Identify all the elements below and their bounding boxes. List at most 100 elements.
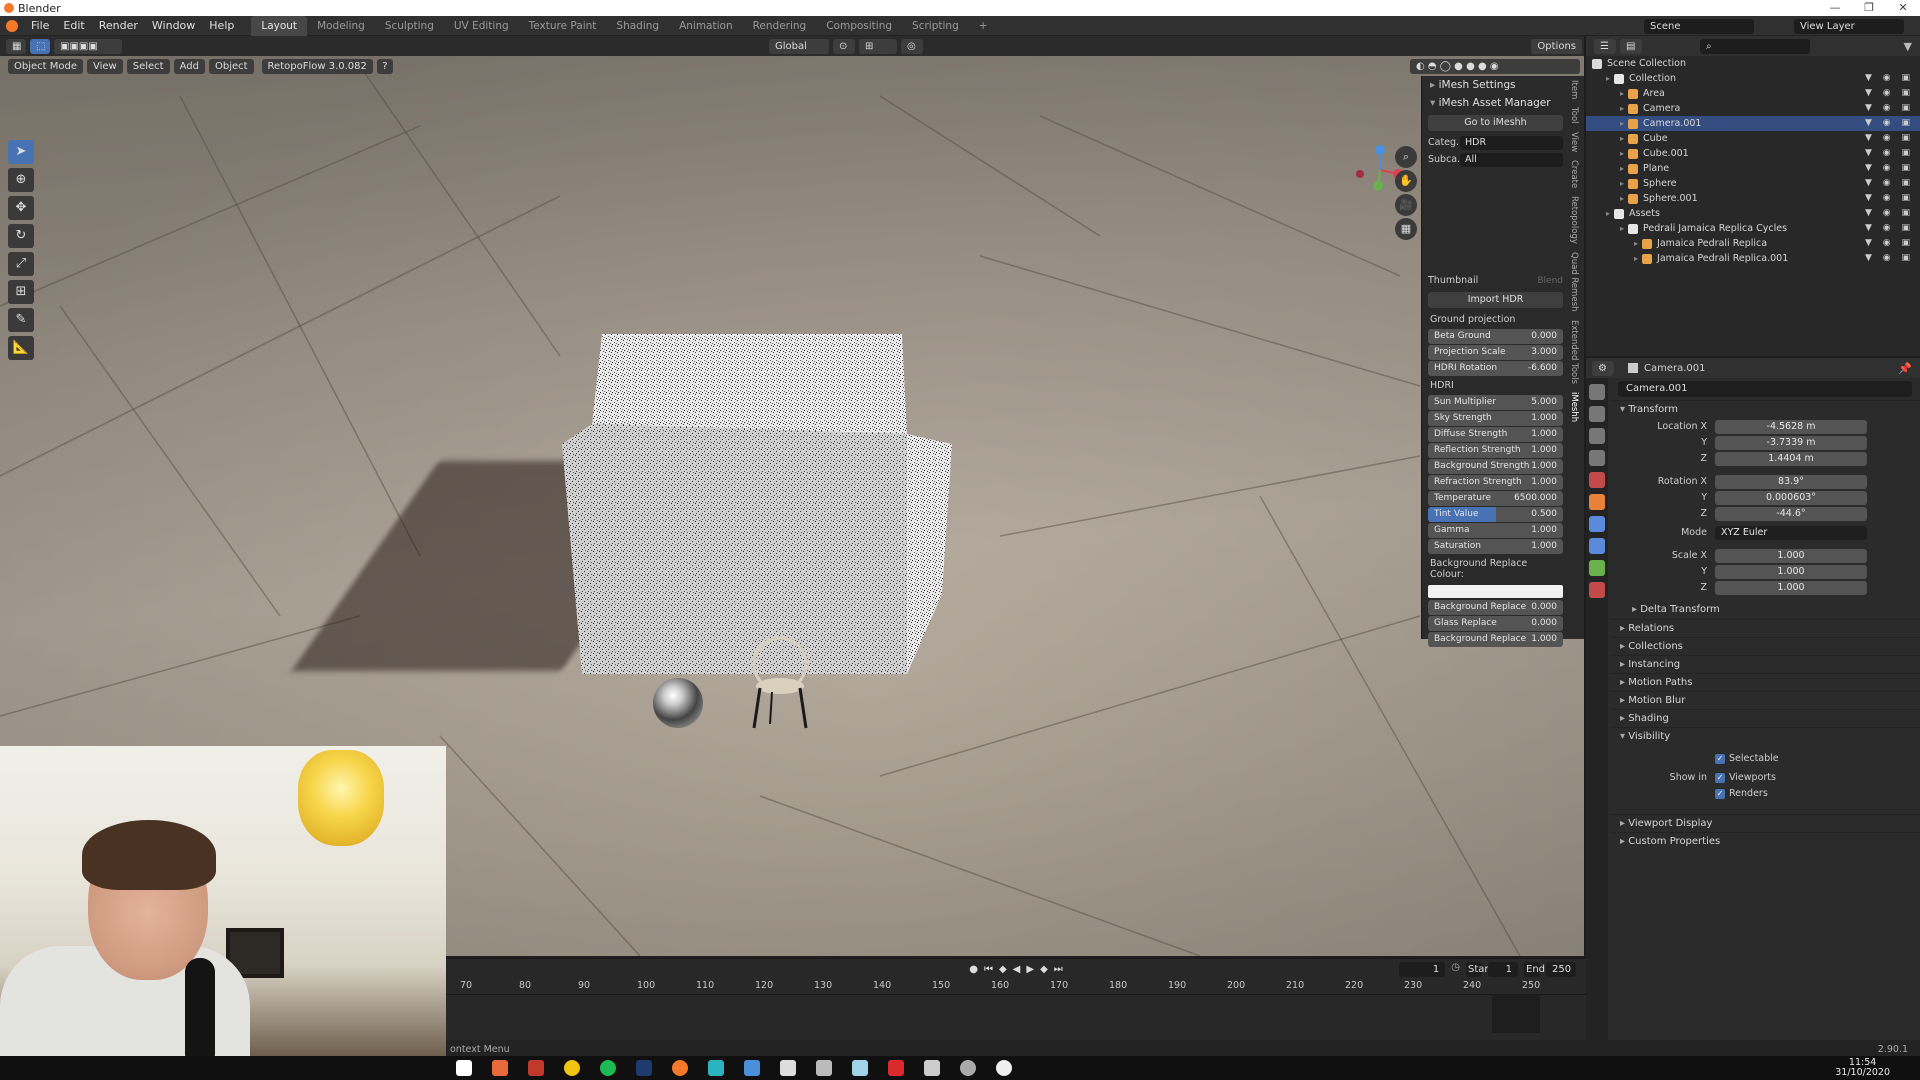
chrome-sphere[interactable] [653, 678, 703, 728]
select-tool-icon[interactable]: ➤ [8, 140, 34, 164]
tab-shading[interactable]: Shading [606, 16, 669, 36]
menu-file[interactable]: File [24, 19, 56, 32]
background-replace-slider[interactable]: Background Replace 0.000 [1428, 600, 1563, 615]
app-icon-2[interactable] [528, 1060, 544, 1076]
visibility-toggle-icons[interactable]: ▼ ◉ ▣ [1865, 206, 1914, 221]
pan-icon[interactable]: ✋ [1395, 170, 1417, 192]
scale-tool-icon[interactable]: ⤢ [8, 252, 34, 276]
play-reverse-icon[interactable]: ◀ [1013, 964, 1021, 975]
visibility-toggle-icons[interactable]: ▼ ◉ ▣ [1865, 161, 1914, 176]
camera-view-icon[interactable]: 🎥 [1395, 194, 1417, 216]
beta-ground-projection-slider[interactable]: Beta Ground Projection 0.000 [1428, 329, 1563, 344]
snap-icon[interactable]: ⊞ [859, 38, 897, 54]
scale-x-field[interactable]: 1.000 [1715, 548, 1867, 563]
cursor-tool-icon[interactable]: ⊕ [8, 168, 34, 192]
tab-compositing[interactable]: Compositing [816, 16, 902, 36]
visibility-toggle-icons[interactable]: ▼ ◉ ▣ [1865, 191, 1914, 206]
visibility-section[interactable]: Visibility [1610, 727, 1920, 745]
transform-tool-icon[interactable]: ⊞ [8, 280, 34, 304]
custom-properties-section[interactable]: Custom Properties [1610, 832, 1920, 850]
output-tab-icon[interactable] [1589, 428, 1605, 444]
outliner-row-camera[interactable]: ▸ Camera ▼ ◉ ▣ [1586, 101, 1920, 116]
outliner-row-jamaica-pedrali-replica[interactable]: ▸ Jamaica Pedrali Replica ▼ ◉ ▣ [1586, 236, 1920, 251]
visibility-toggle-icons[interactable]: ▼ ◉ ▣ [1865, 251, 1914, 266]
expand-arrow-icon[interactable]: ▸ [1620, 86, 1624, 101]
play-icon[interactable]: ▶ [1026, 964, 1034, 975]
menu-render[interactable]: Render [92, 19, 145, 32]
app-icon-4[interactable] [744, 1060, 760, 1076]
expand-arrow-icon[interactable]: ▸ [1620, 146, 1624, 161]
outliner-row-jamaica-pedrali-replica-001[interactable]: ▸ Jamaica Pedrali Replica.001 ▼ ◉ ▣ [1586, 251, 1920, 266]
shading-section[interactable]: Shading [1610, 709, 1920, 727]
visibility-toggle-icons[interactable]: ▼ ◉ ▣ [1865, 101, 1914, 116]
reflection-strength-slider[interactable]: Reflection Strength 1.000 [1428, 443, 1563, 458]
app-icon-3[interactable] [708, 1060, 724, 1076]
visibility-toggle-icons[interactable]: ▼ ◉ ▣ [1865, 116, 1914, 131]
tool-tab-icon[interactable] [1589, 384, 1605, 400]
zoom-icon[interactable]: ⌕ [1395, 146, 1417, 168]
editor-type-icon[interactable]: ▦ [6, 38, 26, 54]
go-to-imeshh-button[interactable]: Go to iMeshh [1428, 115, 1563, 131]
sidebar-tab-extended-tools[interactable]: Extended Tools [1569, 316, 1579, 388]
blender-taskbar-icon[interactable] [672, 1060, 688, 1076]
ortho-grid-icon[interactable]: ▦ [1395, 218, 1417, 240]
outliner-row-sphere[interactable]: ▸ Sphere ▼ ◉ ▣ [1586, 176, 1920, 191]
shading-controls[interactable]: ◐ ◓ ◯ ● ● ● ◉ [1410, 58, 1580, 74]
tab-layout[interactable]: Layout [251, 15, 308, 36]
filter-icon[interactable]: ▼ [1904, 40, 1912, 53]
outliner-row-plane[interactable]: ▸ Plane ▼ ◉ ▣ [1586, 161, 1920, 176]
sidebar-tab-imeshh[interactable]: iMeshh [1569, 388, 1579, 426]
expand-arrow-icon[interactable]: ▸ [1620, 221, 1624, 236]
tab-sculpting[interactable]: Sculpting [375, 16, 444, 36]
imesh-settings-header[interactable]: iMesh Settings [1422, 76, 1569, 94]
minimize-icon[interactable]: — [1818, 0, 1852, 16]
background-colour-swatch[interactable] [1428, 585, 1563, 598]
timeline-track-area[interactable] [446, 995, 1586, 1040]
outliner-row-pedrali-jamaica-replica-cycles[interactable]: ▸ Pedrali Jamaica Replica Cycles ▼ ◉ ▣ [1586, 221, 1920, 236]
menu-window[interactable]: Window [145, 19, 202, 32]
texture-tab-icon[interactable] [1589, 582, 1605, 598]
measure-tool-icon[interactable]: 📐 [8, 336, 34, 360]
expand-arrow-icon[interactable]: ▸ [1620, 176, 1624, 191]
sun-multiplier-slider[interactable]: Sun Multiplier 5.000 [1428, 395, 1563, 410]
tint-value-slider[interactable]: Tint Value 0.500 [1428, 507, 1563, 522]
rotation-x-field[interactable]: 83.9° [1715, 474, 1867, 489]
motion-paths-section[interactable]: Motion Paths [1610, 673, 1920, 691]
import-hdr-button[interactable]: Import HDR [1428, 292, 1563, 308]
render-tab-icon[interactable] [1589, 406, 1605, 422]
outliner-type-icon[interactable]: ☰ [1594, 38, 1616, 54]
view-layer-tab-icon[interactable] [1589, 450, 1605, 466]
projection-scale-slider[interactable]: Projection Scale 3.000 [1428, 345, 1563, 360]
outliner-row-collection[interactable]: ▸ Collection ▼ ◉ ▣ [1586, 71, 1920, 86]
outliner-search-input[interactable]: ⌕ [1700, 38, 1810, 54]
physics-tab-icon[interactable] [1589, 516, 1605, 532]
end-frame-field[interactable]: 250 [1546, 961, 1576, 977]
record-icon[interactable]: ● [969, 964, 978, 975]
retopoflow-help-button[interactable]: ? [376, 58, 393, 74]
visibility-toggle-icons[interactable]: ▼ ◉ ▣ [1865, 71, 1914, 86]
visibility-toggle-icons[interactable]: ▼ ◉ ▣ [1865, 221, 1914, 236]
view-menu[interactable]: View [87, 58, 123, 74]
rotation-z-field[interactable]: -44.6° [1715, 506, 1867, 521]
diffuse-strength-slider[interactable]: Diffuse Strength 1.000 [1428, 427, 1563, 442]
transform-orientation-select[interactable]: Global [769, 38, 829, 54]
expand-arrow-icon[interactable]: ▸ [1620, 191, 1624, 206]
sidebar-tab-tool[interactable]: Tool [1569, 103, 1579, 128]
prev-keyframe-icon[interactable]: ◆ [999, 964, 1007, 975]
expand-arrow-icon[interactable]: ▸ [1606, 71, 1610, 86]
visibility-toggle-icons[interactable]: ▼ ◉ ▣ [1865, 236, 1914, 251]
visibility-toggle-icons[interactable]: ▼ ◉ ▣ [1865, 131, 1914, 146]
tab-animation[interactable]: Animation [669, 16, 743, 36]
scene-collection-row[interactable]: Scene Collection [1586, 56, 1920, 71]
add-menu[interactable]: Add [173, 58, 205, 74]
chrome-icon[interactable] [564, 1060, 580, 1076]
mode-select[interactable]: Object Mode [8, 58, 83, 74]
tab-texture-paint[interactable]: Texture Paint [519, 16, 607, 36]
options-dropdown[interactable]: Options [1531, 38, 1582, 54]
delta-transform-section[interactable]: Delta Transform [1610, 601, 1920, 619]
scene-selector[interactable]: Scene [1644, 18, 1754, 34]
collections-section[interactable]: Collections [1610, 637, 1920, 655]
rotation-mode-select[interactable]: XYZ Euler [1715, 525, 1867, 540]
proportional-edit-icon[interactable]: ◎ [901, 38, 923, 54]
visibility-toggle-icons[interactable]: ▼ ◉ ▣ [1865, 146, 1914, 161]
